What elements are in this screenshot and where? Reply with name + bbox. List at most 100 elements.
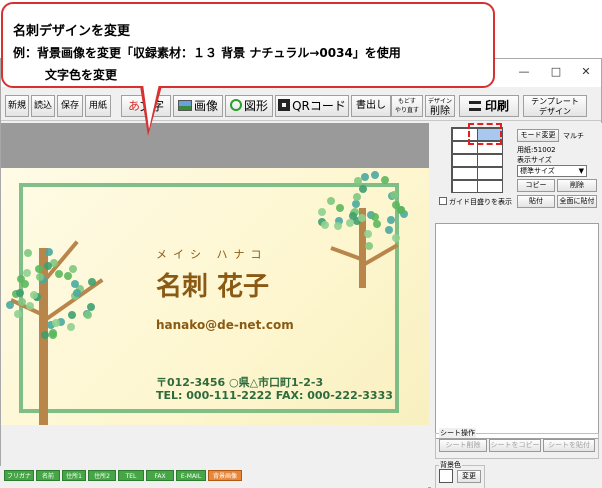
paper-button[interactable]: 用紙 (85, 95, 111, 117)
circle-shape-icon (229, 99, 242, 111)
template-label-1: テンプレート (531, 97, 579, 106)
minimize-button[interactable]: — (509, 63, 539, 81)
mode-change-button[interactable]: モード変更 (517, 129, 559, 142)
card-address[interactable]: 〒012-3456 ○県△市口町1-2-3 (156, 374, 323, 390)
bg-color-swatch[interactable] (439, 469, 453, 483)
leaf-dot (381, 175, 390, 184)
sheet-cell[interactable] (477, 180, 503, 193)
shape-button-label: 図形 (243, 99, 268, 113)
sheet-cell[interactable] (452, 180, 478, 193)
leaf-dot (359, 184, 368, 193)
guide-checkbox[interactable] (439, 197, 447, 205)
export-button[interactable]: 書出し (351, 95, 391, 117)
field-tag-address2[interactable]: 住所2 (88, 470, 116, 481)
chevron-down-icon: ▼ (578, 167, 584, 175)
field-tag-name[interactable]: 名前 (36, 470, 60, 481)
field-tag-furigana[interactable]: フリガナ (4, 470, 34, 481)
leaf-dot (52, 318, 61, 327)
sheet-panel: モード変更 マルチ 用紙:51002 表示サイズ 標準サイズ ▼ コピー 削除 … (431, 123, 602, 488)
multi-label: マルチ (563, 132, 584, 140)
field-tag-address1[interactable]: 住所1 (62, 470, 86, 481)
design-canvas[interactable]: メイシ ハナコ 名刺 花子 hanako@de-net.com 〒012-345… (1, 123, 429, 425)
template-design-button[interactable]: テンプレート デザイン (523, 95, 587, 117)
callout-line-1: 例：背景画像を変更「収録素材：１３ 背景 ナチュラル→0034」を使用 (13, 46, 401, 60)
qr-code-button-label: QRコード (292, 99, 346, 113)
toolbar: 新規 読込 保存 用紙 あ文字 画像 図形 QRコード 書出し もどす やり直す… (1, 93, 601, 121)
sheet-cell[interactable] (452, 154, 478, 167)
close-button[interactable]: ✕ (571, 63, 601, 81)
callout-bubble: 名刺デザインを変更 例：背景画像を変更「収録素材：１３ 背景 ナチュラル→003… (1, 2, 495, 88)
sheet-cell[interactable] (477, 167, 503, 180)
callout-pointer-inner (143, 84, 159, 129)
leaf-dot (333, 222, 342, 231)
maximize-button[interactable]: □ (541, 63, 571, 81)
copy-button[interactable]: コピー (517, 179, 555, 192)
design-label: デザイン (427, 98, 452, 105)
delete-button[interactable]: 削除 (557, 179, 597, 192)
display-size-label: 表示サイズ (517, 156, 552, 164)
new-button[interactable]: 新規 (5, 95, 29, 117)
leaf-dot (23, 248, 32, 257)
undo-redo-button[interactable]: もどす やり直す (391, 95, 423, 117)
sheet-cell[interactable] (477, 154, 503, 167)
image-button[interactable]: 画像 (173, 95, 223, 117)
leaf-dot (17, 298, 26, 307)
callout-title: 名刺デザインを変更 (13, 24, 131, 39)
field-tag-email[interactable]: E-MAIL (176, 470, 206, 481)
image-button-label: 画像 (193, 99, 218, 113)
leaf-dot (14, 309, 23, 318)
leaf-dot (5, 300, 14, 309)
qr-code-button[interactable]: QRコード (275, 95, 349, 117)
leaf-dot (67, 310, 76, 319)
sheet-paste-button[interactable]: シートを貼付 (543, 439, 595, 452)
delete-label: 削除 (430, 106, 450, 117)
leaf-dot (385, 225, 394, 234)
app-window: — □ ✕ 新規 読込 保存 用紙 あ文字 画像 図形 QRコード 書出し もど… (0, 58, 602, 488)
leaf-dot (25, 302, 34, 311)
guide-label: ガイド目盛りを表示 (449, 198, 512, 206)
card-furigana[interactable]: メイシ ハナコ (156, 246, 268, 262)
leaf-dot (386, 215, 395, 224)
leaf-dot (392, 200, 401, 209)
design-delete-button[interactable]: デザイン 削除 (425, 95, 455, 117)
leaf-dot (34, 264, 43, 273)
leaf-dot (326, 197, 335, 206)
shape-button[interactable]: 図形 (225, 95, 273, 117)
leaf-dot (392, 234, 401, 242)
field-bar: フリガナ 名前 住所1 住所2 TEL FAX E-MAIL 背景画像 (0, 466, 428, 488)
sheet-cell[interactable] (452, 167, 478, 180)
save-button[interactable]: 保存 (57, 95, 83, 117)
undo-label: もどす (398, 98, 416, 105)
leaf-dot (364, 229, 373, 238)
leaf-dot (21, 279, 30, 288)
paste-button[interactable]: 貼付 (517, 195, 555, 208)
template-label-2: デザイン (539, 107, 571, 116)
field-tag-bg-image[interactable]: 背景画像 (208, 470, 242, 481)
bg-color-change-button[interactable]: 変更 (457, 470, 481, 483)
business-card[interactable]: メイシ ハナコ 名刺 花子 hanako@de-net.com 〒012-345… (1, 168, 429, 425)
field-tag-tel[interactable]: TEL (118, 470, 144, 481)
leaf-dot (54, 270, 63, 279)
sheet-ops-label: シート操作 (439, 428, 476, 438)
card-name[interactable]: 名刺 花子 (156, 266, 269, 303)
sheet-copy-button[interactable]: シートをコピー (489, 439, 541, 452)
print-button[interactable]: 印刷 (459, 95, 519, 117)
display-size-select[interactable]: 標準サイズ ▼ (517, 165, 587, 177)
open-button[interactable]: 読込 (31, 95, 55, 117)
callout-line-2: 文字色を変更 (45, 68, 118, 82)
image-icon (177, 100, 192, 111)
printer-icon (468, 101, 481, 111)
paste-all-button[interactable]: 全面に貼付 (557, 195, 597, 208)
leaf-dot (361, 172, 370, 181)
qr-code-icon (278, 99, 291, 111)
text-icon: あ (127, 99, 140, 113)
card-tel-fax[interactable]: TEL: 000-111-2222 FAX: 000-222-3333 (156, 389, 393, 402)
field-tag-fax[interactable]: FAX (146, 470, 174, 481)
card-email[interactable]: hanako@de-net.com (156, 318, 294, 332)
sheet-delete-button[interactable]: シート削除 (439, 439, 487, 452)
leaf-dot (370, 170, 379, 179)
sheet-list[interactable] (435, 223, 599, 439)
leaf-dot (70, 280, 79, 289)
selected-cell-highlight (468, 123, 502, 145)
redo-label: やり直す (394, 107, 419, 114)
